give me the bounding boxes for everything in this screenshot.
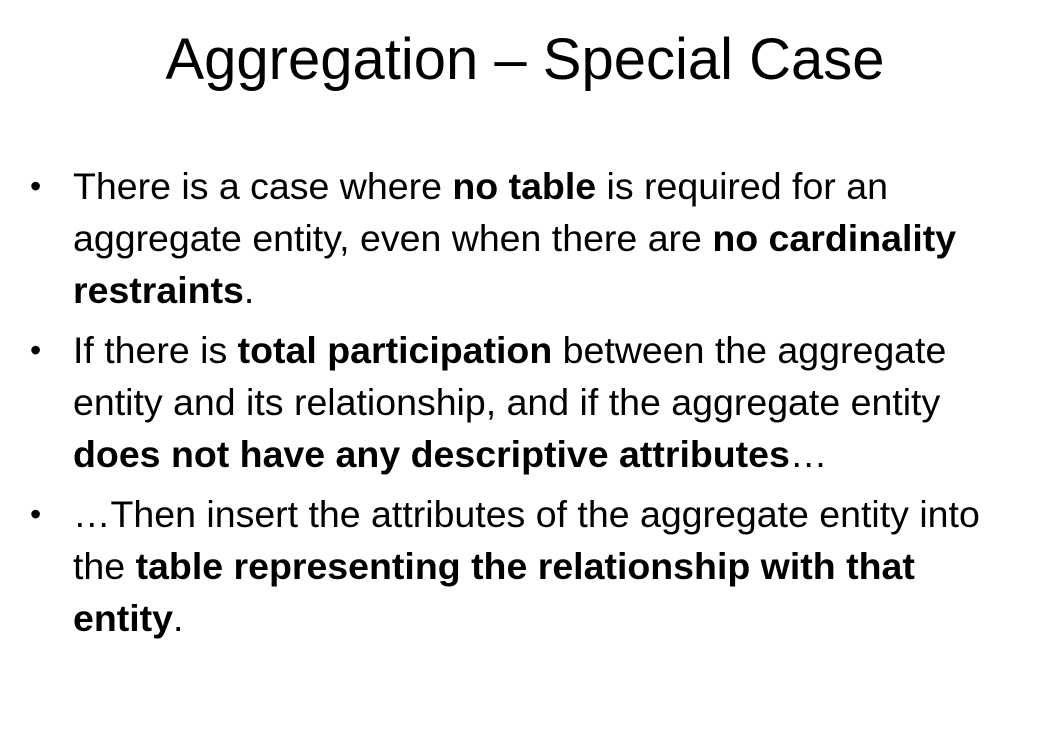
bold-text-segment: no table	[452, 165, 597, 207]
bullet-text: …Then insert the attributes of the aggre…	[73, 493, 980, 639]
text-segment: If there is	[73, 329, 238, 371]
bullet-item: • …Then insert the attributes of the agg…	[0, 488, 1050, 644]
bold-text-segment: does not have any descriptive attributes	[73, 433, 790, 475]
text-segment: There is a case where	[73, 165, 453, 207]
bullet-text: If there is total participation between …	[73, 329, 946, 475]
bullet-dot-icon: •	[30, 168, 42, 204]
slide: Aggregation – Special Case • There is a …	[0, 0, 1050, 743]
bullet-text: There is a case where no table is requir…	[73, 165, 956, 311]
bold-text-segment: total participation	[237, 329, 553, 371]
bold-text-segment: table representing the relationship with…	[73, 545, 915, 639]
bullet-list: • There is a case where no table is requ…	[0, 160, 1050, 652]
text-segment: .	[173, 597, 184, 639]
bullet-dot-icon: •	[30, 332, 42, 368]
text-segment: .	[243, 269, 255, 311]
bullet-item: • There is a case where no table is requ…	[0, 160, 1050, 316]
bullet-dot-icon: •	[30, 496, 42, 532]
slide-title: Aggregation – Special Case	[165, 27, 885, 92]
text-segment: …	[789, 433, 828, 475]
bullet-item: • If there is total participation betwee…	[0, 324, 1050, 480]
